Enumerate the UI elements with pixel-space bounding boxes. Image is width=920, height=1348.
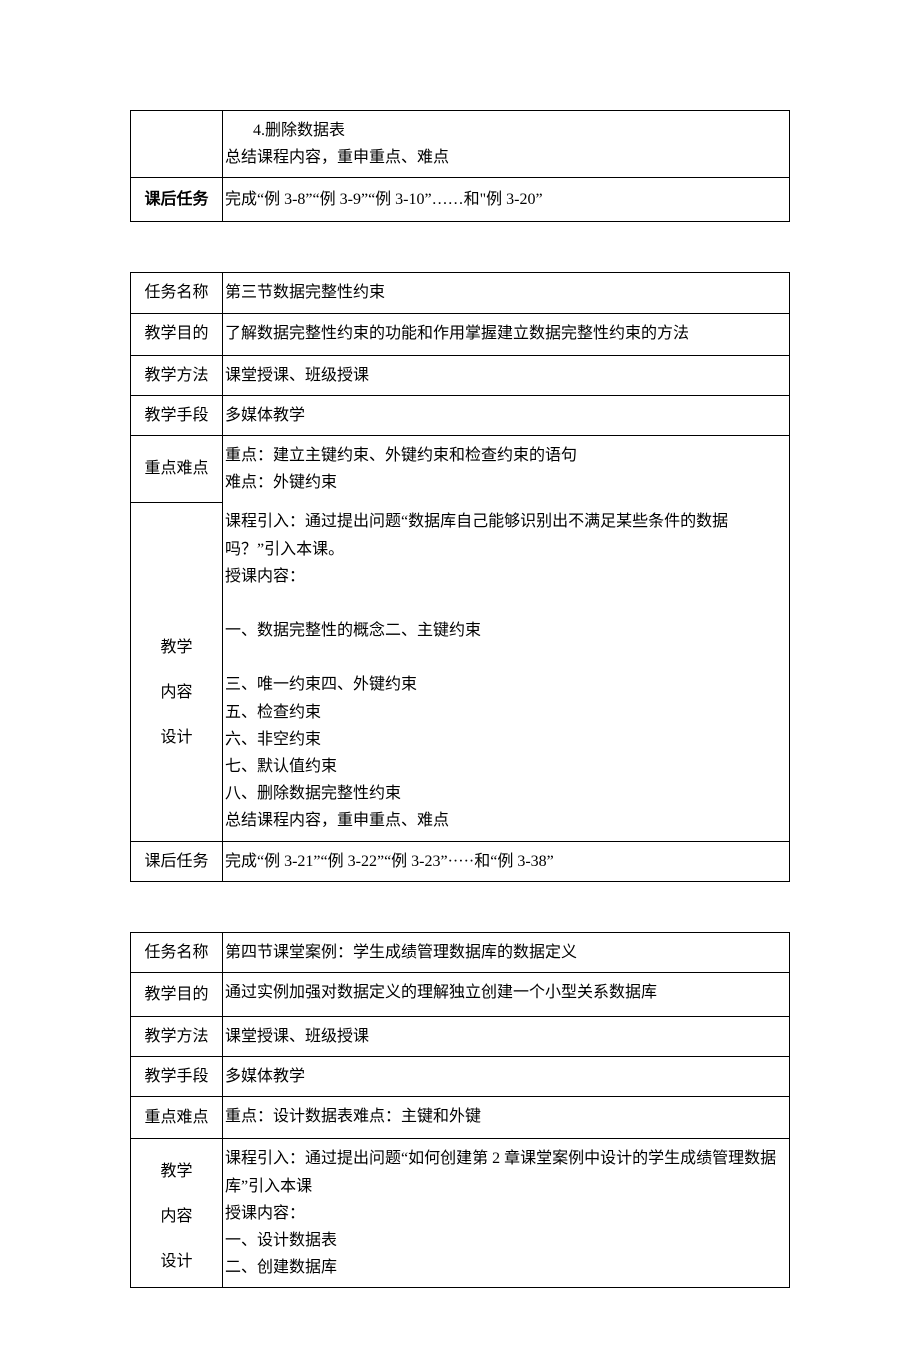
method-value: 课堂授课、班级授课 — [223, 355, 790, 395]
table-2: 任务名称 第三节数据完整性约束 教学目的 了解数据完整性约束的功能和作用掌握建立… — [130, 272, 790, 881]
table-row: 教学方法 课堂授课、班级授课 — [131, 1016, 790, 1056]
keypoints-value: 重点：建立主键约束、外键约束和检查约束的语句 难点：外键约束 — [223, 435, 790, 502]
table-row: 教学目的 了解数据完整性约束的功能和作用掌握建立数据完整性约束的方法 — [131, 313, 790, 355]
task-name-label: 任务名称 — [131, 273, 223, 313]
objective-label: 教学目的 — [131, 972, 223, 1016]
design-label-part: 内容 — [135, 1203, 218, 1230]
table-row: 重点难点 重点：设计数据表难点：主键和外键 — [131, 1097, 790, 1139]
table-row: 教学目的 通过实例加强对数据定义的理解独立创建一个小型关系数据库 — [131, 972, 790, 1016]
table-row: 重点难点 重点：建立主键约束、外键约束和检查约束的语句 难点：外键约束 — [131, 435, 790, 502]
method-label: 教学方法 — [131, 1016, 223, 1056]
design-intro: 课程引入：通过提出问题“数据库自己能够识别出不满足某些条件的数据 — [225, 508, 785, 535]
design-label-part: 教学 — [135, 1158, 218, 1185]
empty-label-cell — [131, 111, 223, 178]
design-intro: 课程引入：通过提出问题“如何创建第 2 章课堂案例中设计的学生成绩管理数据 — [225, 1145, 785, 1172]
table-3: 任务名称 第四节课堂案例：学生成绩管理数据库的数据定义 教学目的 通过实例加强对… — [130, 932, 790, 1289]
content-line: 4.删除数据表 — [225, 117, 785, 144]
means-label: 教学手段 — [131, 395, 223, 435]
design-content: 课程引入：通过提出问题“数据库自己能够识别出不满足某些条件的数据 吗？”引入本课… — [223, 502, 790, 841]
table-row: 教学 内容 设计 课程引入：通过提出问题“如何创建第 2 章课堂案例中设计的学生… — [131, 1139, 790, 1288]
homework-value: 完成“例 3-8”“例 3-9”“例 3-10”……和"例 3-20” — [223, 178, 790, 222]
task-name-value: 第四节课堂案例：学生成绩管理数据库的数据定义 — [223, 932, 790, 972]
table-row: 课后任务 完成“例 3-21”“例 3-22”“例 3-23”·····和“例 … — [131, 841, 790, 881]
method-value: 课堂授课、班级授课 — [223, 1016, 790, 1056]
content-line: 总结课程内容，重申重点、难点 — [225, 144, 785, 171]
design-item: 一、设计数据表 — [225, 1227, 785, 1254]
design-label-part: 内容 — [135, 679, 218, 706]
keypoints-label: 重点难点 — [131, 435, 223, 502]
keypoints-line: 重点：建立主键约束、外键约束和检查约束的语句 — [225, 442, 785, 469]
task-name-label: 任务名称 — [131, 932, 223, 972]
design-item: 二、创建数据库 — [225, 1254, 785, 1281]
means-value: 多媒体教学 — [223, 1057, 790, 1097]
design-item: 一、数据完整性的概念二、主键约束 — [225, 617, 785, 644]
table-row: 课后任务 完成“例 3-8”“例 3-9”“例 3-10”……和"例 3-20” — [131, 178, 790, 222]
keypoints-label: 重点难点 — [131, 1097, 223, 1139]
table-row: 教学手段 多媒体教学 — [131, 395, 790, 435]
design-intro: 授课内容： — [225, 1200, 785, 1227]
table-row: 教学 内容 设计 课程引入：通过提出问题“数据库自己能够识别出不满足某些条件的数… — [131, 502, 790, 841]
table-row: 任务名称 第四节课堂案例：学生成绩管理数据库的数据定义 — [131, 932, 790, 972]
homework-label: 课后任务 — [131, 841, 223, 881]
design-item: 七、默认值约束 — [225, 753, 785, 780]
design-intro: 库”引入本课 — [225, 1173, 785, 1200]
design-item: 五、检查约束 — [225, 699, 785, 726]
objective-label: 教学目的 — [131, 313, 223, 355]
content-cell: 4.删除数据表 总结课程内容，重申重点、难点 — [223, 111, 790, 178]
table-row: 教学手段 多媒体教学 — [131, 1057, 790, 1097]
design-item: 六、非空约束 — [225, 726, 785, 753]
keypoints-line: 难点：外键约束 — [225, 469, 785, 496]
design-intro: 授课内容： — [225, 563, 785, 590]
homework-label: 课后任务 — [131, 178, 223, 222]
objective-value: 了解数据完整性约束的功能和作用掌握建立数据完整性约束的方法 — [223, 313, 790, 355]
method-label: 教学方法 — [131, 355, 223, 395]
task-name-value: 第三节数据完整性约束 — [223, 273, 790, 313]
table-1: 4.删除数据表 总结课程内容，重申重点、难点 课后任务 完成“例 3-8”“例 … — [130, 110, 790, 222]
keypoints-value: 重点：设计数据表难点：主键和外键 — [223, 1097, 790, 1139]
means-label: 教学手段 — [131, 1057, 223, 1097]
design-item: 八、删除数据完整性约束 — [225, 780, 785, 807]
table-row: 教学方法 课堂授课、班级授课 — [131, 355, 790, 395]
design-item: 总结课程内容，重申重点、难点 — [225, 807, 785, 834]
design-label: 教学 内容 设计 — [131, 1139, 223, 1288]
means-value: 多媒体教学 — [223, 395, 790, 435]
homework-value: 完成“例 3-21”“例 3-22”“例 3-23”·····和“例 3-38” — [223, 841, 790, 881]
design-content: 课程引入：通过提出问题“如何创建第 2 章课堂案例中设计的学生成绩管理数据 库”… — [223, 1139, 790, 1288]
design-label: 教学 内容 设计 — [131, 502, 223, 841]
objective-value: 通过实例加强对数据定义的理解独立创建一个小型关系数据库 — [223, 972, 790, 1016]
design-label-part: 设计 — [135, 724, 218, 751]
table-row: 任务名称 第三节数据完整性约束 — [131, 273, 790, 313]
design-intro: 吗？”引入本课。 — [225, 536, 785, 563]
design-label-part: 设计 — [135, 1248, 218, 1275]
design-label-part: 教学 — [135, 634, 218, 661]
design-item: 三、唯一约束四、外键约束 — [225, 671, 785, 698]
table-row: 4.删除数据表 总结课程内容，重申重点、难点 — [131, 111, 790, 178]
